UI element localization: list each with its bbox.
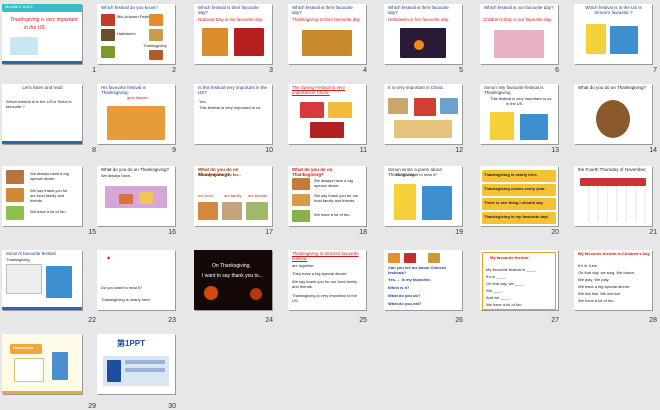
- slide-14[interactable]: What do you do on Thanksgiving?: [574, 84, 652, 144]
- slide-12[interactable]: It is very important in China.: [384, 84, 462, 144]
- slide-5[interactable]: Which festival is their favourite day? H…: [384, 4, 462, 64]
- slide-9[interactable]: His favourite festival is Thanksgiving. …: [97, 84, 175, 144]
- slide-17[interactable]: What do you do on Thanksgiving? We say t…: [194, 166, 272, 226]
- slide-23[interactable]: ◆ Do you want to read it? Thanksgiving i…: [97, 250, 175, 310]
- slide-25[interactable]: Thanksgiving is Simon's favourite festiv…: [288, 250, 366, 310]
- slide-21[interactable]: the Fourth Thursday of November: [574, 166, 652, 226]
- slide-30[interactable]: 第1PPT: [97, 334, 175, 394]
- slide-28[interactable]: My favourite festival is Children's Day …: [574, 250, 652, 310]
- slide-22[interactable]: Simon's favourite festival Thanksgiving: [2, 250, 82, 310]
- slide-10[interactable]: Is this festival very important in the U…: [194, 84, 272, 144]
- slide-19[interactable]: Simon wrote a poem about Thanksgiving. D…: [384, 166, 462, 226]
- slide-11[interactable]: The Spring Festival is very important in…: [288, 84, 366, 144]
- slide-6[interactable]: Which festival is our favourite day? Chi…: [480, 4, 558, 64]
- slide-16[interactable]: What do you do on Thanksgiving? We alway…: [97, 166, 175, 226]
- slide-29[interactable]: Homework: [2, 334, 82, 394]
- slide-27[interactable]: My favourite festival My favourite festi…: [480, 250, 558, 310]
- slide-26[interactable]: Can you tell me about Chinese festivals?…: [384, 250, 462, 310]
- slide-number: 1: [92, 67, 96, 74]
- slide-7[interactable]: Which festival is in the US is Simon's f…: [574, 4, 652, 64]
- slide-8[interactable]: Let's listen and read Which festival is …: [2, 84, 82, 144]
- slide-20[interactable]: Thanksgiving is nearly here. Thanksgivin…: [480, 166, 558, 226]
- slide-4[interactable]: Which festival is their favourite day? T…: [288, 4, 366, 64]
- slide-13[interactable]: Simon: My favourite festival is Thanksgi…: [480, 84, 558, 144]
- slide-24[interactable]: On Thanksgiving, I want to say thank you…: [194, 250, 272, 310]
- slide-15[interactable]: We always have a big special dinner. We …: [2, 166, 82, 226]
- slide-1[interactable]: Module 4 Unit 1 Thanksgiving is very imp…: [2, 4, 82, 64]
- slide-3[interactable]: Which festival is their favourite day? N…: [194, 4, 272, 64]
- slide-2[interactable]: Which festival do you know? Mid-Autumn F…: [97, 4, 175, 64]
- slide-18[interactable]: What do you do on Thanksgiving? We alway…: [288, 166, 366, 226]
